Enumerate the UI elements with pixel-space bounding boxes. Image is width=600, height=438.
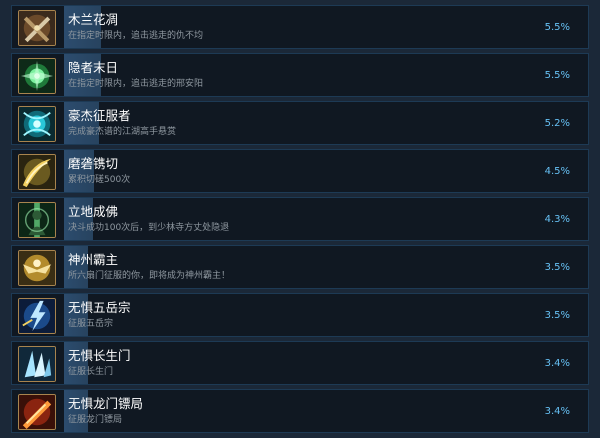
- green-monk-icon: [18, 202, 56, 238]
- achievement-title: 磨砻镌切: [68, 156, 119, 171]
- crossed-weapons-icon: [18, 10, 56, 46]
- achievement-description: 累积切磋500次: [68, 175, 131, 185]
- achievement-row[interactable]: 豪杰征服者 完成豪杰谱的江湖高手悬赏 5.2%: [11, 101, 589, 145]
- achievement-percent: 4.3%: [544, 214, 570, 225]
- achievement-percent: 5.5%: [544, 70, 570, 81]
- achievement-row[interactable]: 木兰花凋 在指定时限内，追击逃走的仇不均 5.5%: [11, 5, 589, 49]
- achievement-title: 豪杰征服者: [68, 108, 131, 123]
- achievement-percent: 5.2%: [544, 118, 570, 129]
- achievement-percent: 3.4%: [544, 358, 570, 369]
- achievement-title: 无惧长生门: [68, 348, 131, 363]
- achievement-percent: 4.5%: [544, 166, 570, 177]
- achievement-title: 神州霸主: [68, 252, 119, 267]
- achievement-percent: 3.5%: [544, 262, 570, 273]
- achievement-row[interactable]: 隐者末日 在指定时限内，追击逃走的邢安阳 5.5%: [11, 53, 589, 97]
- achievement-list: 木兰花凋 在指定时限内，追击逃走的仇不均 5.5% 隐者末日 在指定时限内，追击…: [0, 0, 600, 438]
- achievement-description: 在指定时限内，追击逃走的仇不均: [68, 31, 204, 41]
- achievement-description: 征服长生门: [68, 367, 114, 377]
- achievement-description: 在指定时限内，追击逃走的邢安阳: [68, 79, 204, 89]
- fire-strike-icon: [18, 394, 56, 430]
- achievement-description: 完成豪杰谱的江湖高手悬赏: [68, 127, 177, 137]
- achievement-percent: 5.5%: [544, 22, 570, 33]
- achievement-title: 隐者末日: [68, 60, 119, 75]
- achievement-title: 无惧五岳宗: [68, 300, 131, 315]
- green-burst-icon: [18, 58, 56, 94]
- achievement-row[interactable]: 无惧长生门 征服长生门 3.4%: [11, 341, 589, 385]
- achievement-description: 决斗成功100次后，到少林寺方丈处隐退: [68, 223, 230, 233]
- achievement-description: 征服五岳宗: [68, 319, 114, 329]
- achievement-title: 无惧龙门镖局: [68, 396, 144, 411]
- ice-shards-icon: [18, 346, 56, 382]
- achievement-percent: 3.5%: [544, 310, 570, 321]
- achievement-row[interactable]: 磨砻镌切 累积切磋500次 4.5%: [11, 149, 589, 193]
- golden-slash-icon: [18, 154, 56, 190]
- achievement-row[interactable]: 无惧五岳宗 征服五岳宗 3.5%: [11, 293, 589, 337]
- achievement-title: 木兰花凋: [68, 12, 119, 27]
- golden-eagle-icon: [18, 250, 56, 286]
- achievement-title: 立地成佛: [68, 204, 119, 219]
- achievement-row[interactable]: 神州霸主 所六扇门征服的你，即将成为神州霸主！ 3.5%: [11, 245, 589, 289]
- achievement-row[interactable]: 立地成佛 决斗成功100次后，到少林寺方丈处隐退 4.3%: [11, 197, 589, 241]
- achievement-description: 征服龙门镖局: [68, 415, 123, 425]
- achievement-description: 所六扇门征服的你，即将成为神州霸主！: [68, 271, 231, 281]
- cyan-orb-icon: [18, 106, 56, 142]
- achievement-row[interactable]: 无惧龙门镖局 征服龙门镖局 3.4%: [11, 389, 589, 433]
- achievement-percent: 3.4%: [544, 406, 570, 417]
- blue-lightning-icon: [18, 298, 56, 334]
